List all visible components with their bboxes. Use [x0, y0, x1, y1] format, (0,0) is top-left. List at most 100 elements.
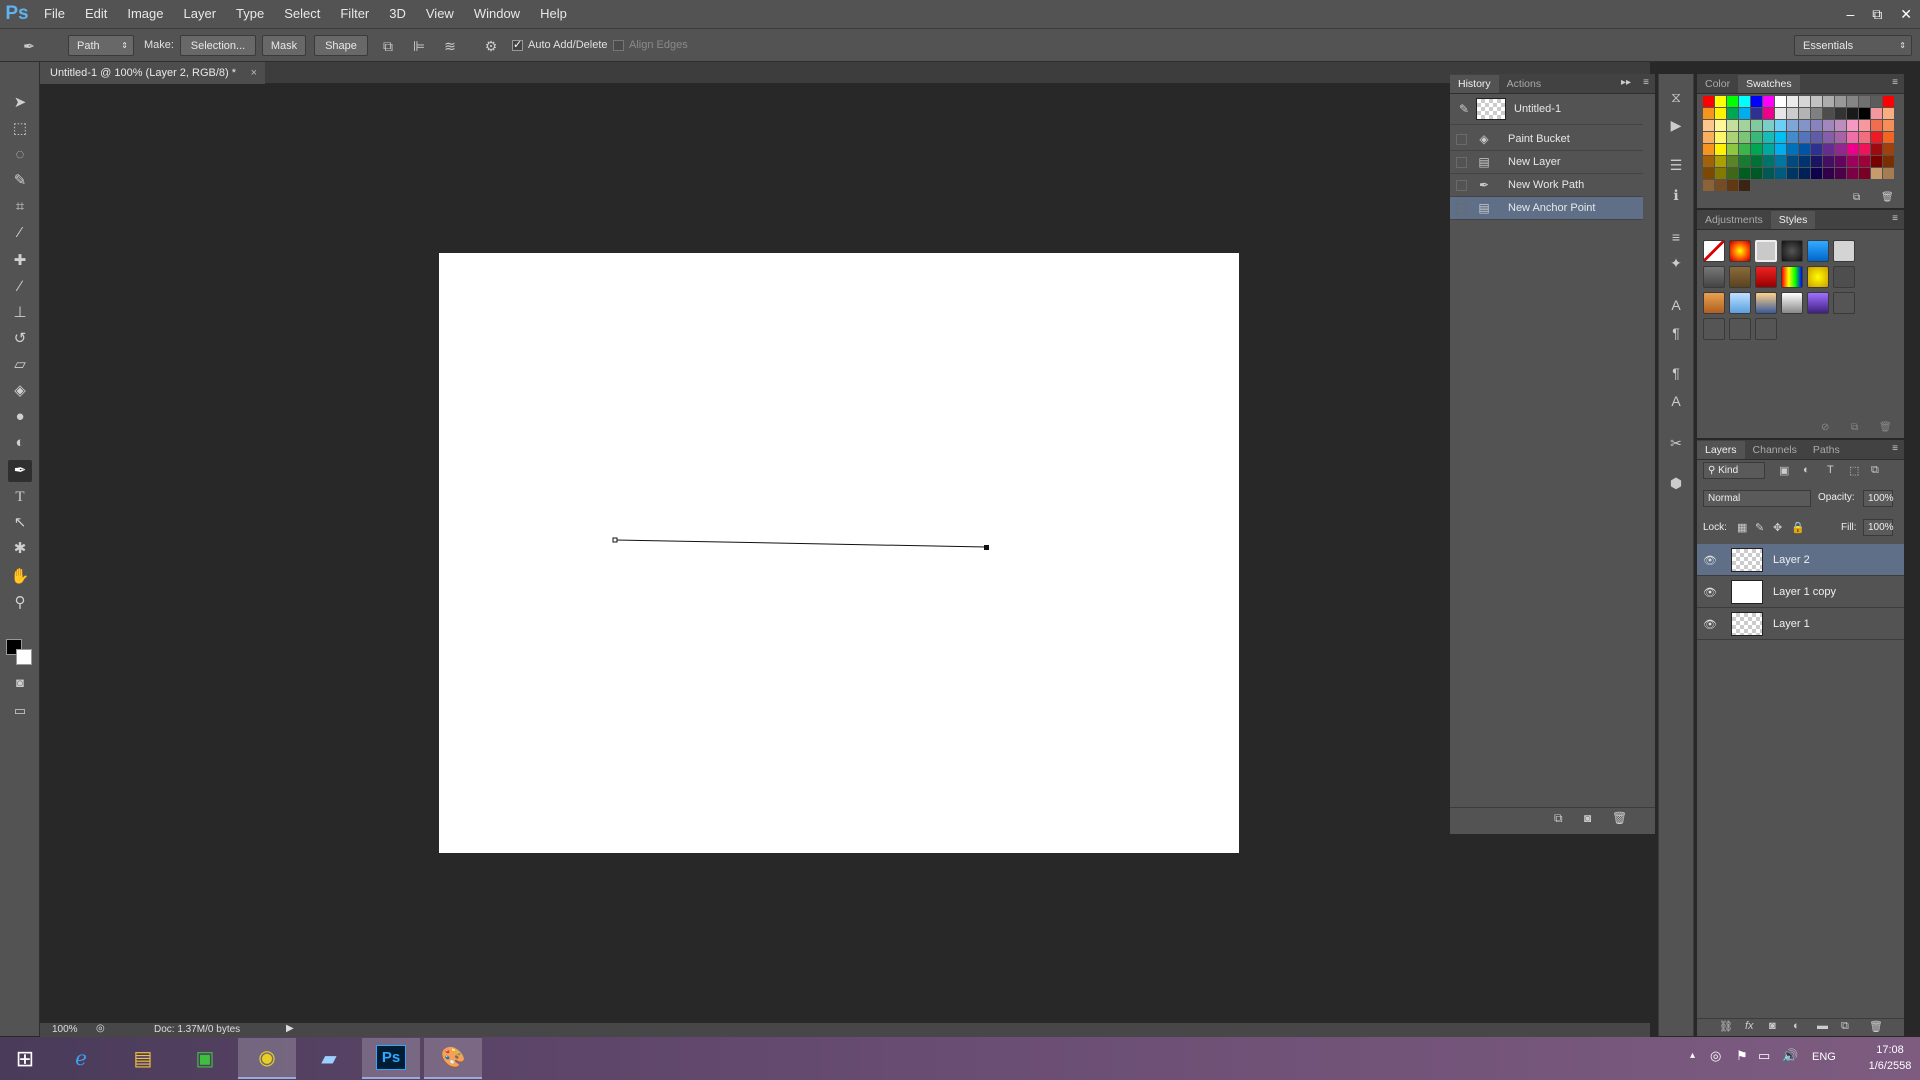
history-brush-source-icon[interactable]: ✎: [1456, 102, 1472, 117]
history-item-selected[interactable]: ▤ New Anchor Point: [1450, 197, 1643, 220]
file-explorer-icon[interactable]: ▤: [114, 1038, 172, 1079]
color-swatch[interactable]: [1787, 96, 1798, 107]
tool-mode-select[interactable]: Path ⇕: [68, 35, 134, 56]
color-swatch[interactable]: [1751, 156, 1762, 167]
notepad-icon[interactable]: ▰: [300, 1038, 358, 1079]
color-swatch[interactable]: [1763, 156, 1774, 167]
panel-menu-icon[interactable]: ≡: [1892, 77, 1898, 88]
color-swatch[interactable]: [1751, 96, 1762, 107]
color-swatch[interactable]: [1835, 96, 1846, 107]
color-swatch[interactable]: [1715, 120, 1726, 131]
blur-tool-icon[interactable]: ●: [8, 406, 32, 428]
color-swatch[interactable]: [1763, 144, 1774, 155]
lock-transparent-icon[interactable]: ▦: [1737, 521, 1747, 534]
new-document-from-state-icon[interactable]: ⧉: [1554, 811, 1563, 826]
color-swatch[interactable]: [1823, 108, 1834, 119]
dodge-tool-icon[interactable]: ◐: [8, 432, 32, 454]
tab-channels[interactable]: Channels: [1745, 441, 1805, 459]
color-swatch[interactable]: [1787, 156, 1798, 167]
color-swatch[interactable]: [1763, 132, 1774, 143]
status-info-icon[interactable]: ◎: [96, 1023, 105, 1034]
clock-time[interactable]: 17:08: [1868, 1044, 1912, 1056]
brush-panel-icon[interactable]: ✦: [1665, 252, 1687, 274]
color-swatch[interactable]: [1883, 96, 1894, 107]
style-preset[interactable]: [1781, 292, 1803, 314]
filter-pixel-icon[interactable]: ▣: [1779, 464, 1789, 477]
color-swatch[interactable]: [1883, 168, 1894, 179]
color-swatch[interactable]: [1871, 120, 1882, 131]
color-swatch[interactable]: [1823, 96, 1834, 107]
path-alignment-icon[interactable]: ⊫: [410, 37, 428, 55]
color-swatch[interactable]: [1715, 144, 1726, 155]
color-swatch[interactable]: [1811, 168, 1822, 179]
color-swatch[interactable]: [1787, 132, 1798, 143]
path-selection-tool-icon[interactable]: ↖: [8, 512, 32, 534]
color-swatch[interactable]: [1739, 120, 1750, 131]
add-mask-icon[interactable]: ◙: [1769, 1020, 1776, 1032]
color-swatch[interactable]: [1715, 156, 1726, 167]
color-swatch[interactable]: [1799, 108, 1810, 119]
color-swatch[interactable]: [1715, 180, 1726, 191]
collapse-icon[interactable]: ▸▸: [1621, 77, 1631, 88]
color-swatch[interactable]: [1703, 168, 1714, 179]
restore-button[interactable]: ⧉: [1872, 6, 1882, 23]
color-swatch[interactable]: [1751, 144, 1762, 155]
quick-selection-tool-icon[interactable]: ✎: [8, 170, 32, 192]
color-swatch[interactable]: [1799, 120, 1810, 131]
tab-swatches[interactable]: Swatches: [1738, 75, 1800, 93]
lock-all-icon[interactable]: 🔒: [1791, 521, 1805, 534]
history-brush-checkbox[interactable]: [1456, 134, 1467, 145]
style-preset[interactable]: [1755, 292, 1777, 314]
color-swatch[interactable]: [1715, 132, 1726, 143]
style-preset[interactable]: [1807, 292, 1829, 314]
volume-icon[interactable]: 🔊: [1782, 1048, 1798, 1064]
anchor-point-selected[interactable]: [984, 545, 989, 550]
history-item[interactable]: ▤ New Layer: [1450, 151, 1643, 174]
style-preset[interactable]: [1807, 240, 1829, 262]
history-panel-icon[interactable]: ⧖: [1665, 86, 1687, 108]
color-swatch[interactable]: [1739, 180, 1750, 191]
color-swatch[interactable]: [1775, 156, 1786, 167]
color-swatch[interactable]: [1775, 144, 1786, 155]
brush-tool-icon[interactable]: ∕: [8, 276, 32, 298]
color-swatch[interactable]: [1787, 120, 1798, 131]
color-swatch[interactable]: [1739, 156, 1750, 167]
color-swatch[interactable]: [1847, 168, 1858, 179]
color-swatch[interactable]: [1811, 120, 1822, 131]
show-hidden-icons-icon[interactable]: ▴: [1690, 1050, 1695, 1061]
color-swatch[interactable]: [1775, 168, 1786, 179]
make-shape-button[interactable]: Shape: [314, 35, 368, 56]
color-swatch[interactable]: [1715, 108, 1726, 119]
filter-type-icon[interactable]: T: [1827, 464, 1834, 476]
color-swatch[interactable]: [1739, 168, 1750, 179]
3d-panel-icon[interactable]: ⬢: [1665, 472, 1687, 494]
color-swatch[interactable]: [1799, 132, 1810, 143]
custom-shape-tool-icon[interactable]: ✱: [8, 538, 32, 560]
menu-view[interactable]: View: [416, 0, 464, 28]
color-swatch[interactable]: [1763, 108, 1774, 119]
color-swatch[interactable]: [1883, 156, 1894, 167]
tab-adjustments[interactable]: Adjustments: [1697, 211, 1771, 229]
tab-history[interactable]: History: [1450, 75, 1499, 93]
color-swatch[interactable]: [1811, 96, 1822, 107]
style-preset[interactable]: [1703, 266, 1725, 288]
internet-explorer-icon[interactable]: ℯ: [52, 1038, 110, 1079]
color-swatch[interactable]: [1811, 132, 1822, 143]
healing-brush-tool-icon[interactable]: ✚: [8, 250, 32, 272]
color-swatch[interactable]: [1799, 168, 1810, 179]
opacity-input[interactable]: 100%: [1863, 490, 1894, 507]
character-panel-icon[interactable]: A: [1665, 294, 1687, 316]
make-selection-button[interactable]: Selection...: [180, 35, 256, 56]
tray-app-icon[interactable]: ◎: [1710, 1048, 1721, 1064]
color-swatch[interactable]: [1787, 108, 1798, 119]
color-swatch[interactable]: [1847, 108, 1858, 119]
photoshop-icon[interactable]: Ps: [362, 1038, 420, 1079]
color-swatch[interactable]: [1847, 120, 1858, 131]
workspace-select[interactable]: Essentials ⇕: [1794, 35, 1912, 56]
document-tab[interactable]: Untitled-1 @ 100% (Layer 2, RGB/8) * ×: [40, 62, 265, 84]
color-swatch[interactable]: [1883, 132, 1894, 143]
color-swatch[interactable]: [1835, 120, 1846, 131]
menu-3d[interactable]: 3D: [379, 0, 416, 28]
panel-menu-icon[interactable]: ≡: [1892, 443, 1898, 454]
color-swatch[interactable]: [1715, 168, 1726, 179]
